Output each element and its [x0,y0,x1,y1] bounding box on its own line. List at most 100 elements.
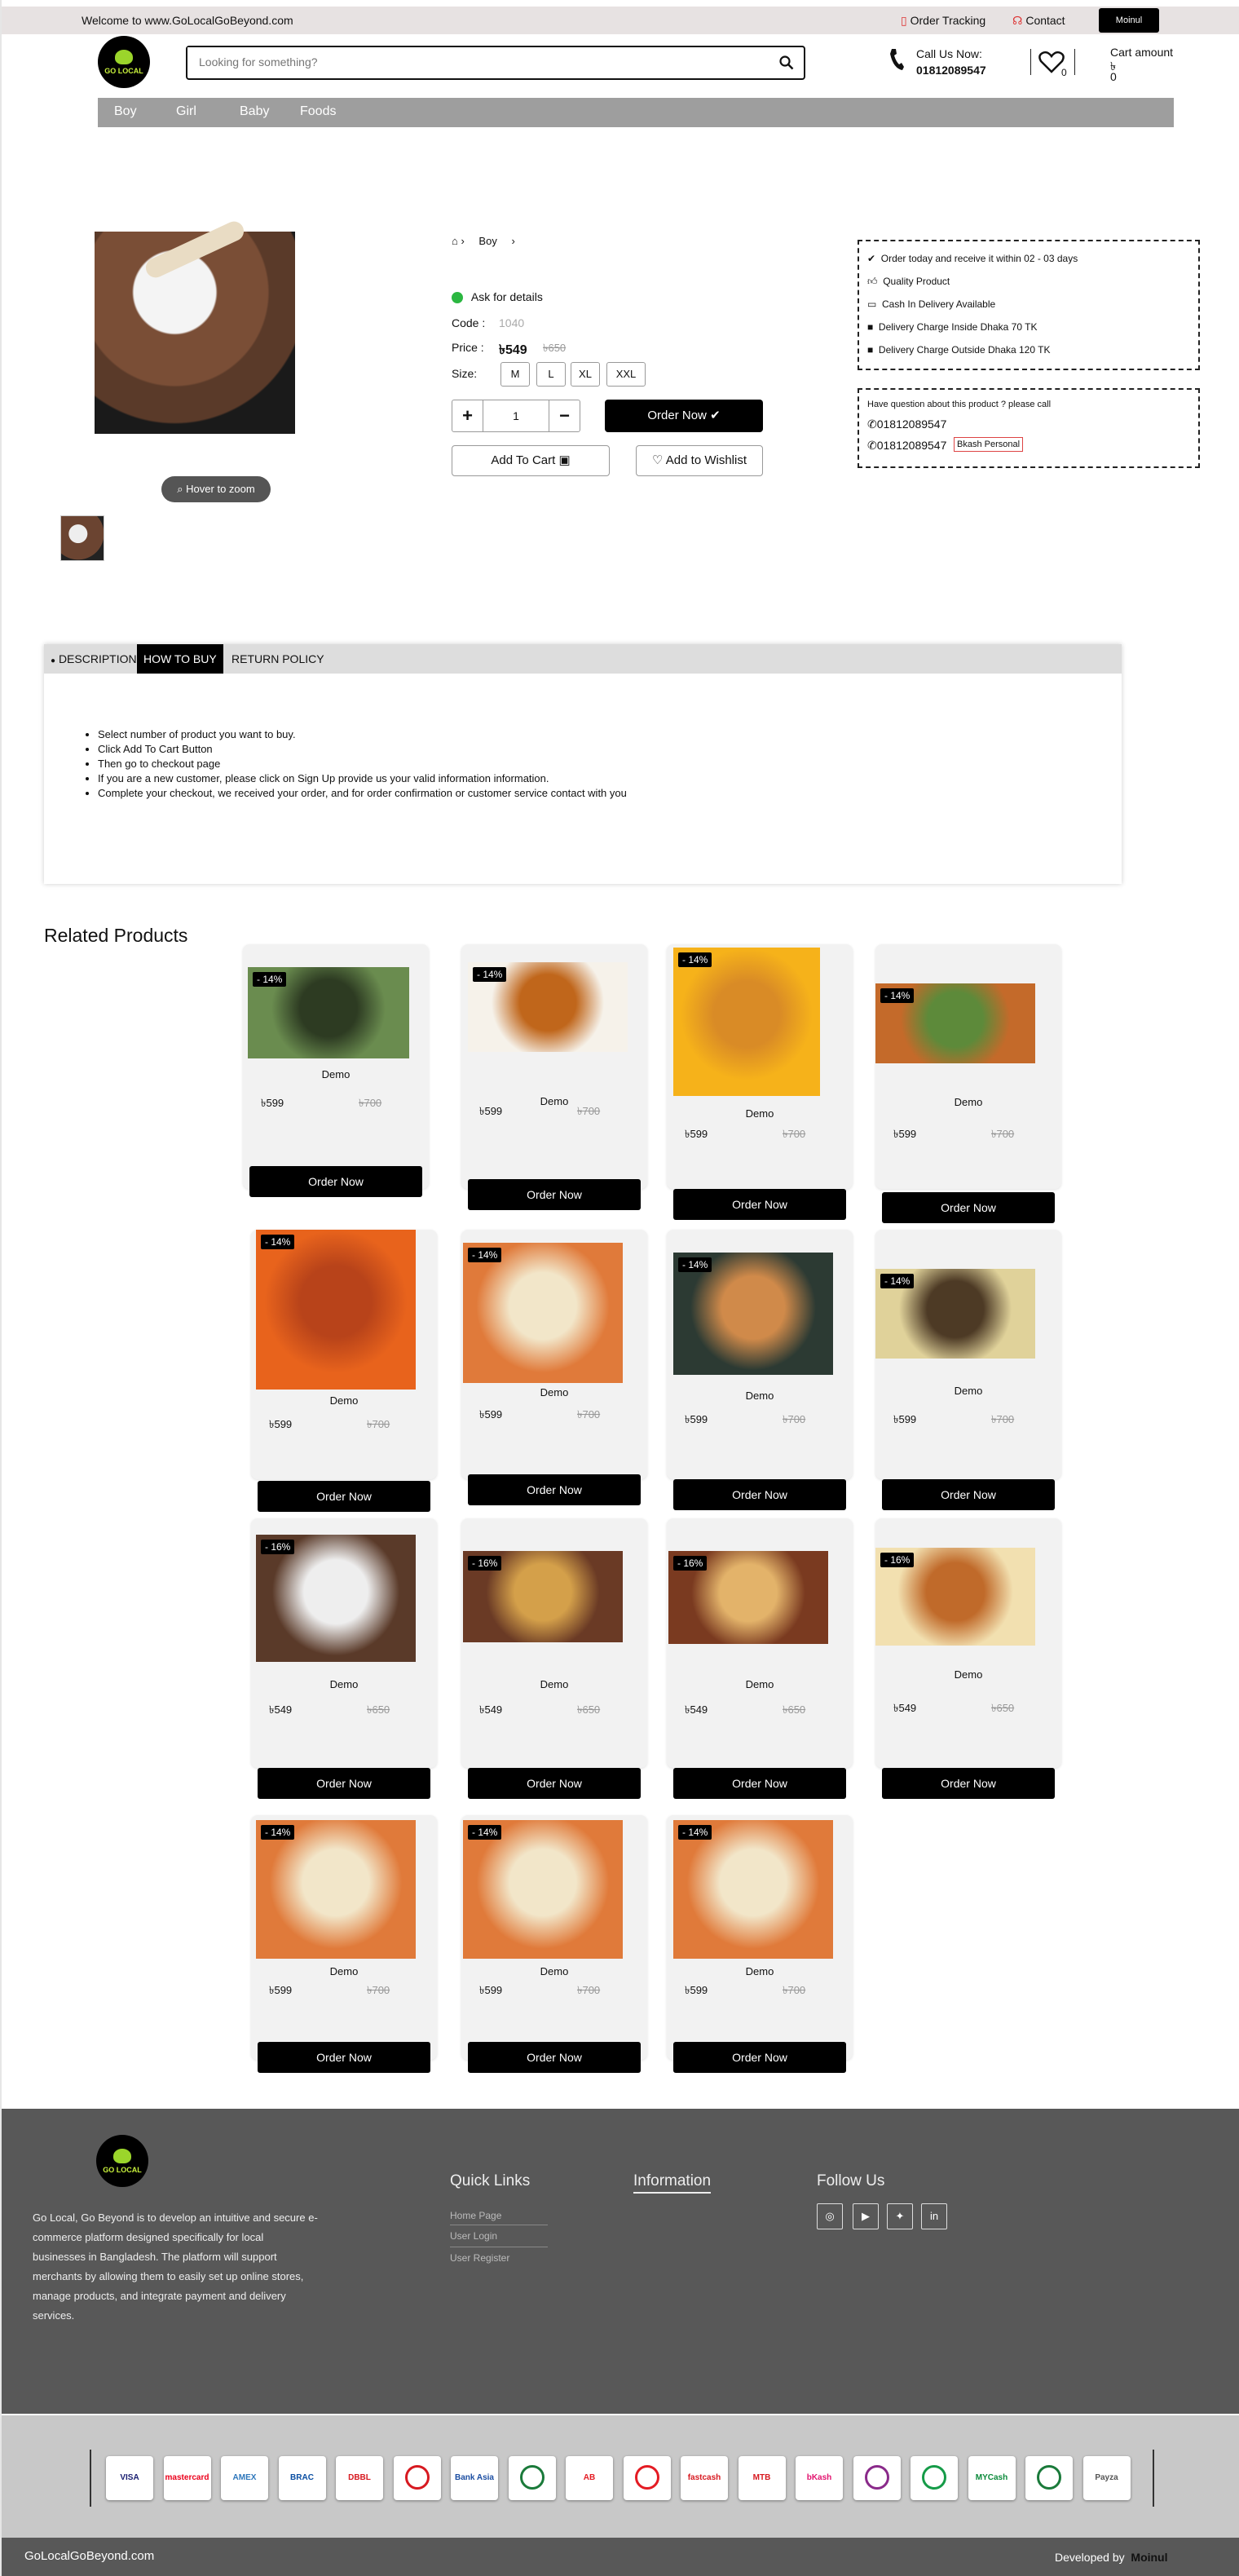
payment-logo: mastercard [163,2456,211,2500]
search-input[interactable] [187,47,758,77]
product-card-order-button[interactable]: Order Now [673,1189,846,1220]
product-card-image[interactable]: - 16% [875,1548,1035,1646]
discount-badge: - 14% [473,967,507,982]
product-card-image[interactable]: - 14% [673,1820,833,1959]
product-card-order-button[interactable]: Order Now [249,1166,422,1197]
product-card-image[interactable]: - 16% [668,1551,828,1644]
product-card-image[interactable]: - 14% [248,967,409,1058]
product-thumbnail[interactable] [60,515,104,561]
product-card-old-price: ৳700 [783,1128,806,1140]
product-card-order-button[interactable]: Order Now [468,1474,641,1505]
site-logo[interactable]: GO LOCAL [98,36,150,88]
product-card[interactable]: - 14% Demo ৳599 ৳700 Order Now [461,1230,647,1505]
developer-name[interactable]: Moinul [1131,2551,1167,2564]
product-card-order-button[interactable]: Order Now [468,1179,641,1210]
wishlist-count: 0 [1061,67,1067,78]
ask-details-link[interactable]: Ask for details [452,290,543,304]
product-card-order-button[interactable]: Order Now [882,1479,1055,1510]
product-card-image[interactable]: - 14% [673,948,820,1096]
product-card[interactable]: - 16% Demo ৳549 ৳650 Order Now [875,1518,1061,1799]
nav-item-foods[interactable]: Foods [300,104,336,119]
product-card[interactable]: - 16% Demo ৳549 ৳650 Order Now [667,1518,853,1799]
product-main-image[interactable] [95,218,295,434]
discount-badge: - 14% [880,988,915,1003]
product-card-order-button[interactable]: Order Now [258,2042,430,2073]
product-card[interactable]: - 14% Demo ৳599 ৳700 Order Now [667,944,853,1220]
product-card-image[interactable]: - 14% [875,1269,1035,1359]
product-card-image[interactable]: - 14% [673,1253,833,1375]
product-card-image[interactable]: - 14% [256,1230,416,1390]
product-card-image[interactable]: - 14% [875,983,1035,1063]
product-card[interactable]: - 14% Demo ৳599 ৳700 Order Now [461,1815,647,2073]
add-to-wishlist-button[interactable]: ♡ Add to Wishlist [636,445,763,476]
product-card-order-button[interactable]: Order Now [882,1768,1055,1799]
footer-link-login[interactable]: User Login [450,2225,548,2247]
product-card-image[interactable]: - 14% [463,1243,623,1383]
instagram-icon[interactable]: ◎ [817,2203,843,2229]
developed-by: Developed by Moinul [1055,2551,1168,2564]
footer-link-home[interactable]: Home Page [450,2207,548,2225]
product-card-order-button[interactable]: Order Now [468,2042,641,2073]
old-price: ৳650 [543,342,567,354]
discount-badge: - 14% [253,972,287,987]
product-card[interactable]: - 14% Demo ৳599 ৳700 Order Now [251,1815,437,2073]
size-option-xxl[interactable]: XXL [606,362,646,387]
product-card-order-button[interactable]: Order Now [258,1481,430,1512]
size-option-xl[interactable]: XL [571,362,600,387]
product-card-order-button[interactable]: Order Now [258,1768,430,1799]
product-card[interactable]: - 14% Demo ৳599 ৳700 Order Now [875,1230,1061,1510]
nav-item-baby[interactable]: Baby [240,104,269,119]
order-now-button[interactable]: Order Now ✔ [605,400,763,432]
linkedin-icon[interactable]: in [921,2203,947,2229]
phone-line-2[interactable]: ✆01812089547 [867,439,946,453]
product-card[interactable]: - 14% Demo ৳599 ৳700 Order Now [243,944,429,1197]
product-card-order-button[interactable]: Order Now [882,1192,1055,1223]
quantity-plus-button[interactable]: + [452,400,483,431]
size-option-l[interactable]: L [536,362,566,387]
product-card-order-button[interactable]: Order Now [673,1768,846,1799]
product-card-order-button[interactable]: Order Now [673,2042,846,2073]
breadcrumb-item[interactable]: Boy [478,235,496,247]
product-card[interactable]: - 14% Demo ৳599 ৳700 Order Now [875,944,1061,1223]
product-card[interactable]: - 14% Demo ৳599 ৳700 Order Now [461,944,647,1210]
search-icon[interactable] [779,55,794,70]
tab-how-to-buy[interactable]: HOW TO BUY [137,644,223,674]
order-tracking-link[interactable]: ▯ Order Tracking [901,14,985,28]
quantity-minus-button[interactable]: − [549,400,580,431]
product-card-image[interactable]: - 16% [256,1535,416,1662]
how-to-buy-list: Select number of product you want to buy… [98,727,627,801]
user-button[interactable]: Moinul [1099,8,1159,33]
youtube-icon[interactable]: ▶ [853,2203,879,2229]
nav-item-boy[interactable]: Boy [114,104,137,119]
tab-description[interactable]: ● DESCRIPTION [44,644,143,674]
discount-badge: - 14% [468,1825,502,1840]
product-card[interactable]: - 14% Demo ৳599 ৳700 Order Now [251,1230,437,1512]
product-card-image[interactable]: - 16% [463,1551,623,1642]
product-card-price: ৳599 [893,1413,917,1425]
product-card-order-button[interactable]: Order Now [673,1479,846,1510]
product-card[interactable]: - 16% Demo ৳549 ৳650 Order Now [461,1518,647,1799]
contact-link[interactable]: ☊ Contact [1012,14,1065,28]
product-card-image[interactable]: - 14% [468,962,628,1052]
phone-icon: ▯ [901,14,907,27]
home-icon[interactable]: ⌂ [452,235,458,247]
footer-logo[interactable]: GO LOCAL [96,2135,148,2187]
product-card-image[interactable]: - 14% [256,1820,416,1959]
product-card-image[interactable]: - 14% [463,1820,623,1959]
discount-badge: - 16% [880,1553,915,1567]
quantity-input[interactable]: 1 [483,400,549,431]
tab-return-policy[interactable]: RETURN POLICY [225,644,331,674]
phone-line-1[interactable]: ✆01812089547 [867,418,946,431]
product-card-order-button[interactable]: Order Now [468,1768,641,1799]
product-card[interactable]: - 14% Demo ৳599 ৳700 Order Now [667,1230,853,1510]
payment-logo [508,2456,556,2500]
size-option-m[interactable]: M [500,362,530,387]
product-card[interactable]: - 16% Demo ৳549 ৳650 Order Now [251,1518,437,1799]
product-card[interactable]: - 14% Demo ৳599 ৳700 Order Now [667,1815,853,2073]
cart-label[interactable]: Cart amount [1110,46,1173,59]
footer-link-register[interactable]: User Register [450,2247,548,2269]
twitter-icon[interactable]: ✦ [887,2203,913,2229]
logo-icon [113,2148,131,2163]
nav-item-girl[interactable]: Girl [176,104,196,119]
add-to-cart-button[interactable]: Add To Cart ▣ [452,445,610,476]
